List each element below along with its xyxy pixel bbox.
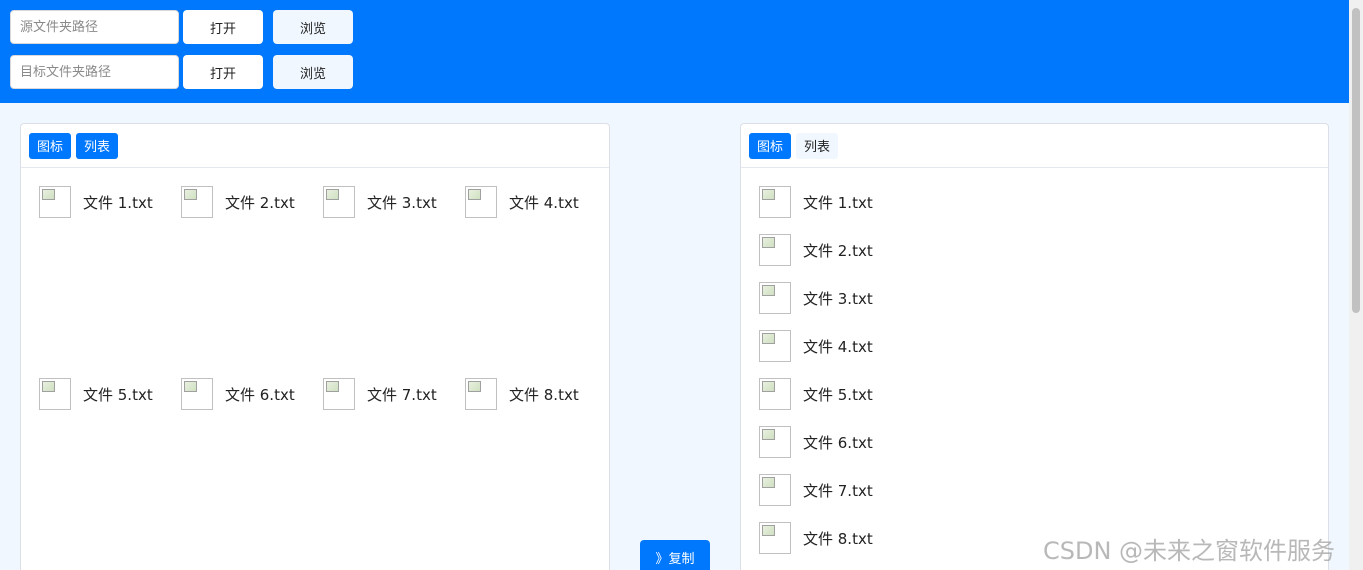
file-name: 文件 1.txt bbox=[83, 193, 153, 212]
file-icon-item[interactable]: 文件 4.txt bbox=[465, 186, 607, 218]
file-icon-item[interactable]: 文件 1.txt bbox=[39, 186, 181, 218]
target-path-input[interactable] bbox=[10, 55, 179, 89]
file-name: 文件 2.txt bbox=[225, 193, 295, 212]
target-file-panel: 图标 列表 文件 1.txt 文件 2.txt 文件 3.txt 文件 4.txt 文件… bbox=[740, 123, 1329, 570]
source-path-input[interactable] bbox=[10, 10, 179, 44]
file-name: 文件 3.txt bbox=[803, 289, 873, 308]
source-browse-button[interactable]: 浏览 bbox=[273, 10, 353, 44]
file-icon-item[interactable]: 文件 6.txt bbox=[181, 378, 323, 410]
file-icon-item[interactable]: 文件 3.txt bbox=[323, 186, 465, 218]
source-open-button[interactable]: 打开 bbox=[183, 10, 263, 44]
file-name: 文件 6.txt bbox=[225, 385, 295, 404]
file-name: 文件 7.txt bbox=[367, 385, 437, 404]
broken-image-icon bbox=[39, 378, 71, 410]
target-open-button[interactable]: 打开 bbox=[183, 55, 263, 89]
source-file-panel: 图标 列表 文件 1.txt 文件 2.txt 文件 3.txt 文件 4.txt 文件… bbox=[20, 123, 610, 570]
file-name: 文件 1.txt bbox=[803, 193, 873, 212]
file-name: 文件 2.txt bbox=[803, 241, 873, 260]
broken-image-icon bbox=[759, 426, 791, 458]
broken-image-icon bbox=[759, 378, 791, 410]
file-name: 文件 5.txt bbox=[83, 385, 153, 404]
broken-image-icon bbox=[759, 474, 791, 506]
source-path-row: 打开 浏览 bbox=[10, 10, 353, 44]
file-list-item[interactable]: 文件 2.txt bbox=[759, 234, 1159, 266]
broken-image-icon bbox=[759, 522, 791, 554]
toolbar: 打开 浏览 打开 浏览 bbox=[0, 0, 1349, 103]
copy-button[interactable]: 》复制 bbox=[640, 540, 710, 570]
broken-image-icon bbox=[181, 186, 213, 218]
target-view-mode-bar: 图标 列表 bbox=[741, 124, 1328, 168]
broken-image-icon bbox=[323, 186, 355, 218]
file-icon-item[interactable]: 文件 5.txt bbox=[39, 378, 181, 410]
broken-image-icon bbox=[465, 378, 497, 410]
broken-image-icon bbox=[323, 378, 355, 410]
file-list-item[interactable]: 文件 5.txt bbox=[759, 378, 1159, 410]
broken-image-icon bbox=[759, 186, 791, 218]
file-list-item[interactable]: 文件 1.txt bbox=[759, 186, 1159, 218]
file-icon-item[interactable]: 文件 8.txt bbox=[465, 378, 607, 410]
source-list-view-button[interactable]: 列表 bbox=[76, 132, 119, 159]
file-list-item[interactable]: 文件 7.txt bbox=[759, 474, 1159, 506]
file-list-item[interactable]: 文件 3.txt bbox=[759, 282, 1159, 314]
file-name: 文件 3.txt bbox=[367, 193, 437, 212]
file-icon-item[interactable]: 文件 2.txt bbox=[181, 186, 323, 218]
watermark: CSDN @未来之窗软件服务 bbox=[1043, 537, 1336, 565]
broken-image-icon bbox=[39, 186, 71, 218]
broken-image-icon bbox=[181, 378, 213, 410]
broken-image-icon bbox=[759, 234, 791, 266]
file-name: 文件 4.txt bbox=[803, 337, 873, 356]
target-list-view-button[interactable]: 列表 bbox=[796, 132, 839, 159]
file-name: 文件 5.txt bbox=[803, 385, 873, 404]
target-icon-view-button[interactable]: 图标 bbox=[749, 132, 792, 159]
file-icon-item[interactable]: 文件 7.txt bbox=[323, 378, 465, 410]
source-icon-view-button[interactable]: 图标 bbox=[29, 132, 72, 159]
file-name: 文件 8.txt bbox=[509, 385, 579, 404]
broken-image-icon bbox=[759, 330, 791, 362]
broken-image-icon bbox=[465, 186, 497, 218]
file-list-item[interactable]: 文件 4.txt bbox=[759, 330, 1159, 362]
target-path-row: 打开 浏览 bbox=[10, 55, 353, 89]
scrollbar-thumb[interactable] bbox=[1352, 8, 1360, 313]
source-view-mode-bar: 图标 列表 bbox=[21, 124, 609, 168]
target-browse-button[interactable]: 浏览 bbox=[273, 55, 353, 89]
file-name: 文件 7.txt bbox=[803, 481, 873, 500]
page-scrollbar[interactable] bbox=[1349, 0, 1363, 570]
file-name: 文件 6.txt bbox=[803, 433, 873, 452]
broken-image-icon bbox=[759, 282, 791, 314]
file-list-item[interactable]: 文件 6.txt bbox=[759, 426, 1159, 458]
file-name: 文件 8.txt bbox=[803, 529, 873, 548]
file-name: 文件 4.txt bbox=[509, 193, 579, 212]
app-window: 打开 浏览 打开 浏览 图标 列表 文件 1.txt 文件 2.txt 文件 3.t… bbox=[0, 0, 1363, 570]
